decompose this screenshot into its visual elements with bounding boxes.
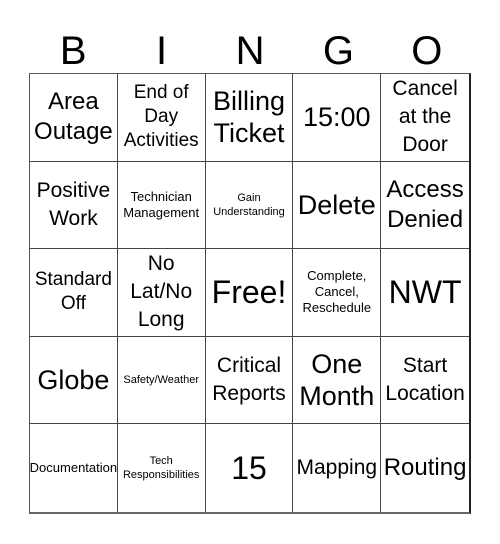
bingo-cell-text: Access Denied <box>386 175 464 233</box>
bingo-cell[interactable]: One Month <box>293 336 382 425</box>
bingo-cell[interactable]: Positive Work <box>30 161 118 250</box>
header-letter-b: B <box>59 29 87 73</box>
bingo-cell-text: Globe <box>37 365 110 396</box>
bingo-cell[interactable]: Critical Reports <box>205 336 294 425</box>
header-letter-n: N <box>235 29 265 73</box>
bingo-cell-text: Technician Management <box>123 188 200 220</box>
header-letter-g: G <box>322 29 354 73</box>
bingo-cell-text: One Month <box>299 349 375 412</box>
bingo-cell-text: Free! <box>211 274 287 311</box>
bingo-cell-text: Routing <box>383 454 467 482</box>
bingo-card-grid: Area Outage End of Day Activities Billin… <box>29 73 471 514</box>
bingo-cell[interactable]: No Lat/No Long <box>117 249 206 337</box>
header-letter-i: I <box>156 29 168 73</box>
bingo-cell[interactable]: Tech Responsibilities <box>118 424 206 512</box>
bingo-cell-text: Critical Reports <box>212 354 286 406</box>
bingo-cell[interactable]: Standard Off <box>30 249 118 337</box>
bingo-cell-text: NWT <box>388 274 462 311</box>
bingo-cell[interactable]: Access Denied <box>381 162 469 250</box>
bingo-cell-text: Cancel at the Door <box>392 77 458 157</box>
bingo-cell-text: Gain Understanding <box>213 191 285 218</box>
bingo-cell[interactable]: End of Day Activities <box>117 74 206 162</box>
bingo-cell[interactable]: Cancel at the Door <box>381 74 469 162</box>
bingo-header: B I N G O <box>29 28 471 74</box>
bingo-cell[interactable]: Globe <box>30 336 118 425</box>
bingo-cell-text: 15 <box>231 450 267 487</box>
bingo-cell[interactable]: NWT <box>381 249 469 337</box>
bingo-cell-text: Complete, Cancel, Reschedule <box>302 268 372 316</box>
bingo-cell[interactable]: Documentation <box>30 424 118 512</box>
bingo-cell-text: Delete <box>297 189 376 220</box>
bingo-cell[interactable]: Complete, Cancel, Reschedule <box>293 249 382 337</box>
bingo-cell[interactable]: Start Location <box>381 337 469 425</box>
bingo-cell[interactable]: Safety/Weather <box>117 336 206 425</box>
bingo-cell[interactable]: Delete <box>293 161 382 250</box>
bingo-cell-text: End of Day Activities <box>123 82 199 152</box>
bingo-cell[interactable]: Mapping <box>293 424 382 512</box>
bingo-cell-text: No Lat/No Long <box>130 252 193 332</box>
bingo-cell[interactable]: 15:00 <box>293 74 382 162</box>
bingo-cell-text: Area Outage <box>34 88 113 146</box>
bingo-cell[interactable]: 15 <box>206 424 294 512</box>
bingo-cell[interactable]: Routing <box>381 424 469 512</box>
bingo-cell-free-space[interactable]: Free! <box>205 249 294 337</box>
bingo-cell[interactable]: Billing Ticket <box>205 74 294 162</box>
header-letter-o: O <box>411 29 443 73</box>
bingo-cell[interactable]: Area Outage <box>30 74 118 162</box>
bingo-cell-text: Positive Work <box>36 178 111 230</box>
bingo-cell-text: Start Location <box>385 354 465 406</box>
bingo-cell-text: 15:00 <box>303 102 371 133</box>
bingo-cell-text: Billing Ticket <box>212 86 286 149</box>
bingo-cell-text: Tech Responsibilities <box>122 455 200 482</box>
bingo-cell-text: Safety/Weather <box>123 374 199 387</box>
bingo-cell[interactable]: Technician Management <box>117 161 206 250</box>
bingo-cell-text: Mapping <box>296 456 378 480</box>
bingo-cell-text: Standard Off <box>34 269 112 315</box>
bingo-cell[interactable]: Gain Understanding <box>205 161 294 250</box>
bingo-cell-text: Documentation <box>30 460 118 476</box>
